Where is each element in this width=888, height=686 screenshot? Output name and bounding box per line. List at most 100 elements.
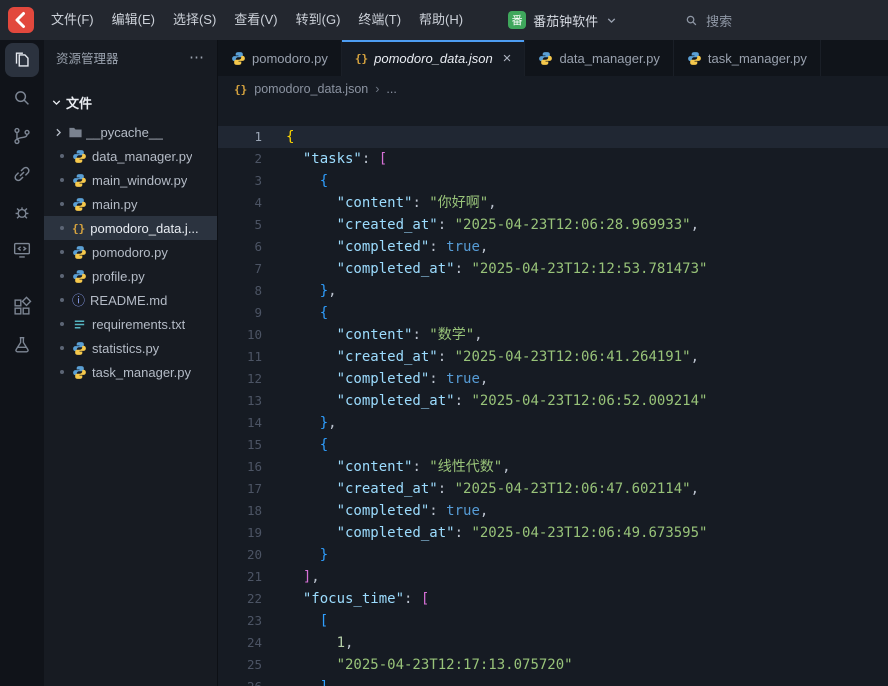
code-line[interactable]: 3 { — [218, 170, 888, 192]
code-line[interactable]: 2 "tasks": [ — [218, 148, 888, 170]
tomato-app-icon: 番 — [508, 11, 527, 29]
code-line[interactable]: 15 { — [218, 434, 888, 456]
code-text: "completed": true, — [336, 503, 489, 519]
close-tab-icon[interactable]: × — [503, 51, 512, 66]
file-name: main.py — [92, 196, 138, 212]
tree-item[interactable]: task_manager.py — [44, 360, 217, 384]
menu-item[interactable]: 文件(F) — [42, 7, 103, 33]
code-text: "completed": true, — [336, 239, 489, 255]
line-number: 25 — [246, 657, 262, 672]
section-label: 文件 — [66, 95, 93, 111]
file-name: profile.py — [92, 268, 145, 284]
code-line[interactable]: 14 }, — [218, 412, 888, 434]
tree-item[interactable]: __pycache__ — [44, 120, 217, 144]
python-icon — [72, 365, 87, 380]
code-line[interactable]: 13 "completed_at": "2025-04-23T12:06:52.… — [218, 390, 888, 412]
file-name: data_manager.py — [92, 148, 193, 164]
editor-tab[interactable]: pomodoro.py — [218, 40, 342, 76]
code-line[interactable]: 1{ — [218, 126, 888, 148]
code-text: 1, — [336, 635, 354, 651]
tree-item[interactable]: main.py — [44, 192, 217, 216]
code-line[interactable]: 23 [ — [218, 610, 888, 632]
titlebar-search[interactable]: 搜索 — [684, 11, 732, 30]
menu-item[interactable]: 选择(S) — [164, 7, 225, 33]
tree-item[interactable]: data_manager.py — [44, 144, 217, 168]
code-line[interactable]: 21 ], — [218, 566, 888, 588]
code-line[interactable]: 17 "created_at": "2025-04-23T12:06:47.60… — [218, 478, 888, 500]
breadcrumb-more[interactable]: ... — [386, 82, 396, 96]
breadcrumb-file[interactable]: pomodoro_data.json — [254, 82, 368, 96]
code-text: "created_at": "2025-04-23T12:06:41.26419… — [336, 349, 700, 365]
code-line[interactable]: 18 "completed": true, — [218, 500, 888, 522]
code-line[interactable]: 9 { — [218, 302, 888, 324]
code-line[interactable]: 20 } — [218, 544, 888, 566]
code-line[interactable]: 5 "created_at": "2025-04-23T12:06:28.969… — [218, 214, 888, 236]
activity-testing[interactable] — [5, 328, 39, 362]
file-name: statistics.py — [92, 340, 160, 356]
search-label: 搜索 — [706, 13, 733, 29]
activity-explorer[interactable] — [5, 43, 39, 77]
chevron-down-icon — [50, 96, 63, 109]
editor-tab[interactable]: {} pomodoro_data.json × — [341, 40, 526, 76]
code-line[interactable]: 12 "completed": true, — [218, 368, 888, 390]
activity-extensions[interactable] — [5, 290, 39, 324]
tree-item[interactable]: pomodoro.py — [44, 240, 217, 264]
section-files[interactable]: 文件 — [44, 90, 217, 114]
file-name: main_window.py — [92, 172, 188, 188]
menu-item[interactable]: 帮助(H) — [410, 7, 472, 33]
search-icon — [11, 87, 33, 109]
menu-item[interactable]: 编辑(E) — [103, 7, 164, 33]
chevron-right-icon — [52, 126, 65, 139]
tree-item[interactable]: statistics.py — [44, 336, 217, 360]
code-text: "completed_at": "2025-04-23T12:12:53.781… — [336, 261, 708, 277]
tree-item[interactable]: ⓘ README.md — [44, 288, 217, 312]
activity-references[interactable] — [5, 157, 39, 191]
code-line[interactable]: 24 1, — [218, 632, 888, 654]
line-number: 26 — [218, 676, 278, 686]
command-center[interactable]: 番 番茄钟软件 — [498, 8, 628, 33]
tree-item[interactable]: main_window.py — [44, 168, 217, 192]
tree-item[interactable]: {} pomodoro_data.j... — [44, 216, 217, 240]
code-text: "content": "线性代数", — [336, 459, 511, 475]
activity-remote[interactable] — [5, 233, 39, 267]
readme-icon: ⓘ — [72, 292, 86, 308]
code-text: } — [319, 547, 329, 563]
activity-search[interactable] — [5, 81, 39, 115]
line-number: 2 — [254, 151, 262, 166]
code-text: }, — [319, 415, 337, 431]
git-status-dot — [60, 202, 64, 206]
code-editor[interactable]: 1{2 "tasks": [3 {4 "content": "你好啊", 5 "c… — [218, 102, 888, 686]
line-number: 19 — [246, 525, 262, 540]
menu-item[interactable]: 转到(G) — [287, 7, 350, 33]
git-status-dot — [60, 250, 64, 254]
tree-item[interactable]: requirements.txt — [44, 312, 217, 336]
code-line[interactable]: 22 "focus_time": [ — [218, 588, 888, 610]
line-number: 15 — [246, 437, 262, 452]
activity-debug[interactable] — [5, 195, 39, 229]
app-logo-icon — [8, 7, 34, 33]
tree-item[interactable]: profile.py — [44, 264, 217, 288]
line-number: 3 — [254, 173, 262, 188]
activity-source-control[interactable] — [5, 119, 39, 153]
code-line[interactable]: 16 "content": "线性代数", — [218, 456, 888, 478]
code-line[interactable]: 10 "content": "数学", — [218, 324, 888, 346]
flask-icon — [11, 334, 33, 356]
line-number: 21 — [246, 569, 262, 584]
code-line[interactable]: 19 "completed_at": "2025-04-23T12:06:49.… — [218, 522, 888, 544]
extensions-icon — [11, 296, 33, 318]
code-line[interactable]: 26 ], — [218, 676, 888, 686]
code-line[interactable]: 11 "created_at": "2025-04-23T12:06:41.26… — [218, 346, 888, 368]
python-icon — [538, 51, 553, 66]
editor-tab[interactable]: task_manager.py — [674, 40, 821, 76]
code-line[interactable]: 7 "completed_at": "2025-04-23T12:12:53.7… — [218, 258, 888, 280]
line-number: 22 — [246, 591, 262, 606]
code-line[interactable]: 4 "content": "你好啊", — [218, 192, 888, 214]
code-line[interactable]: 6 "completed": true, — [218, 236, 888, 258]
code-line[interactable]: 8 }, — [218, 280, 888, 302]
more-actions-icon[interactable]: ⋯ — [189, 48, 205, 66]
editor-tab[interactable]: data_manager.py — [525, 40, 674, 76]
menu-item[interactable]: 终端(T) — [349, 7, 410, 33]
menu-item[interactable]: 查看(V) — [225, 7, 286, 33]
code-line[interactable]: 25 "2025-04-23T12:17:13.075720" — [218, 654, 888, 676]
json-icon: {} — [234, 82, 248, 96]
